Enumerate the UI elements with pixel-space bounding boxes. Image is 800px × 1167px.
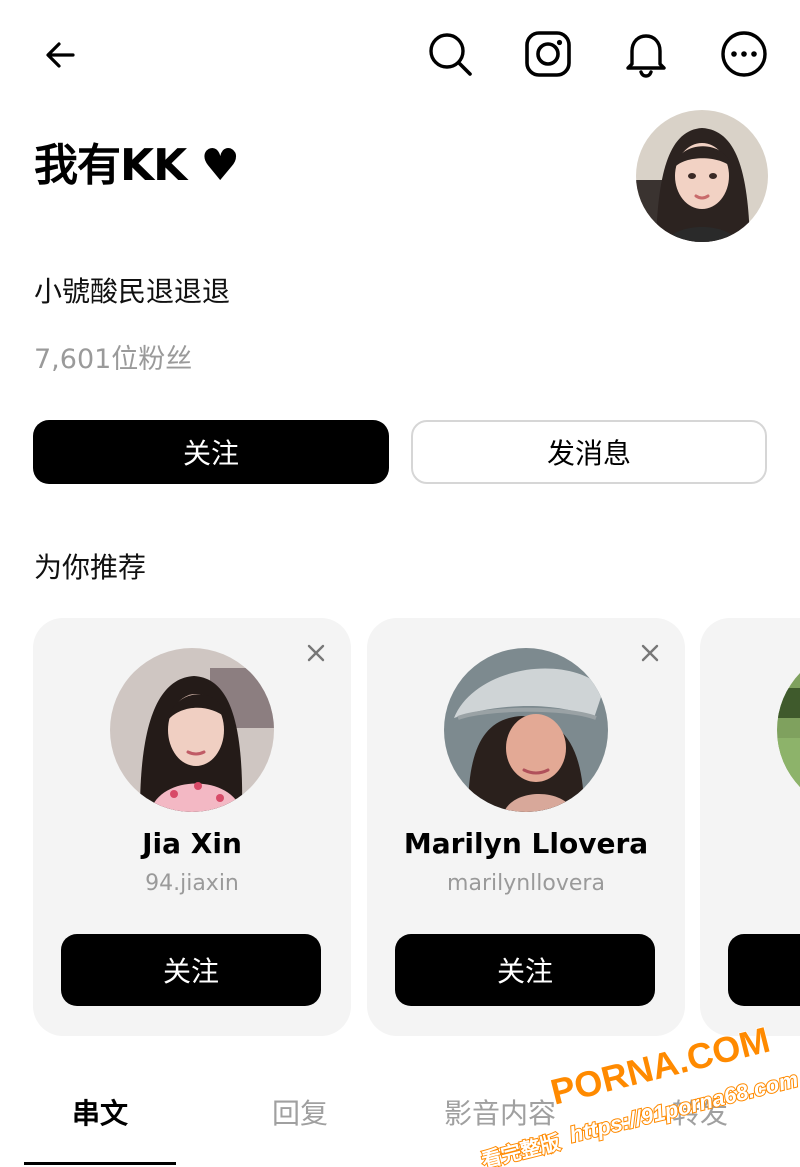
- suggestion-name: Marilyn Llovera: [403, 827, 649, 860]
- profile-bio: 小號酸民退退退: [34, 275, 231, 308]
- more-icon[interactable]: [718, 28, 770, 80]
- avatar[interactable]: [110, 648, 274, 812]
- tab-replies[interactable]: 回复: [200, 1094, 400, 1134]
- profile-name: 我有KK ♥: [34, 140, 240, 191]
- profile-avatar[interactable]: [636, 110, 768, 242]
- suggestion-name: Jia Xin: [142, 827, 242, 860]
- follow-button[interactable]: 关注: [33, 420, 389, 484]
- top-bar: [0, 0, 800, 110]
- message-button[interactable]: 发消息: [411, 420, 767, 484]
- back-arrow-icon[interactable]: [36, 30, 86, 80]
- instagram-icon[interactable]: [522, 28, 574, 80]
- suggestion-card[interactable]: [700, 618, 800, 1036]
- tab-reposts[interactable]: 转发: [600, 1094, 800, 1134]
- avatar[interactable]: [777, 648, 800, 812]
- suggestion-follow-button[interactable]: 关注: [61, 934, 321, 1006]
- search-icon[interactable]: [424, 28, 476, 80]
- suggestion-follow-button[interactable]: 关注: [395, 934, 655, 1006]
- suggestion-handle: 94.jiaxin: [145, 871, 239, 896]
- tab-media[interactable]: 影音内容: [400, 1094, 600, 1134]
- profile-tabs: 串文 回复 影音内容 转发: [0, 1080, 800, 1167]
- suggestion-carousel[interactable]: Jia Xin 94.jiaxin 关注 Marilyn Llovera mar…: [0, 618, 800, 1038]
- suggestion-handle: marilynllovera: [447, 871, 605, 896]
- follower-count[interactable]: 7,601位粉丝: [34, 340, 192, 380]
- close-icon[interactable]: [303, 640, 329, 666]
- suggestion-card[interactable]: Marilyn Llovera marilynllovera 关注: [367, 618, 685, 1036]
- close-icon[interactable]: [637, 640, 663, 666]
- tab-threads[interactable]: 串文: [0, 1094, 200, 1134]
- suggestions-title: 为你推荐: [34, 551, 147, 584]
- active-tab-indicator: [24, 1162, 176, 1165]
- suggestion-follow-button[interactable]: [728, 934, 800, 1006]
- avatar[interactable]: [444, 648, 608, 812]
- suggestion-card[interactable]: Jia Xin 94.jiaxin 关注: [33, 618, 351, 1036]
- bell-icon[interactable]: [620, 28, 672, 80]
